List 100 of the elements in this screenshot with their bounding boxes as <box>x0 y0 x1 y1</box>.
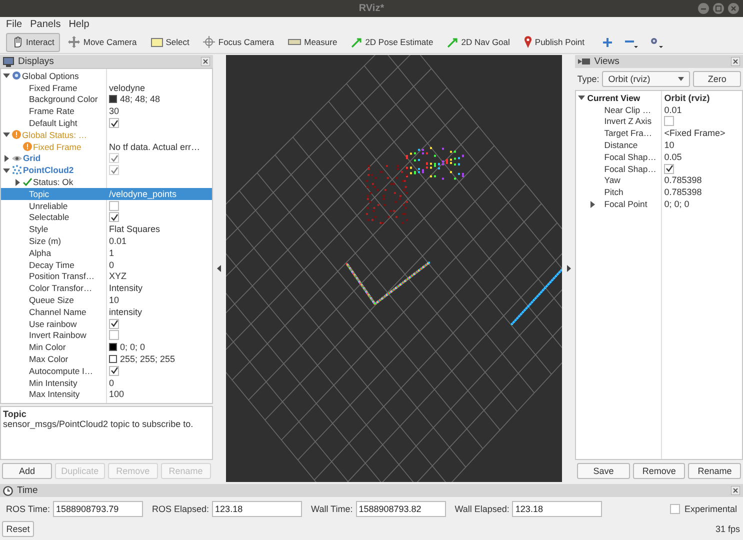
tree-row[interactable]: Queue Size 10 <box>1 294 212 306</box>
maximize-icon[interactable] <box>713 3 724 14</box>
color-swatch[interactable] <box>109 95 117 104</box>
checkbox[interactable] <box>109 165 119 176</box>
time-field[interactable]: 123.18 <box>512 501 602 517</box>
tree-row[interactable]: Invert Z Axis <box>576 116 742 128</box>
tree-row[interactable]: Max Intensity 100 <box>1 388 212 400</box>
tool-button[interactable]: Move Camera <box>62 32 143 52</box>
ruler-icon <box>288 39 302 45</box>
checkbox[interactable] <box>664 116 674 126</box>
tree-row[interactable]: Invert Rainbow <box>1 330 212 342</box>
tree-row[interactable]: Position Transf… XYZ <box>1 270 212 282</box>
checkbox[interactable] <box>109 330 119 340</box>
tree-row[interactable]: Autocompute I… <box>1 364 212 377</box>
property-name: Alpha <box>28 248 51 258</box>
expand-arrow-icon[interactable] <box>589 200 596 208</box>
field-label: Wall Elapsed: <box>454 504 510 514</box>
tree-row[interactable]: Current View Orbit (rviz) <box>576 92 742 104</box>
tree-row[interactable]: Fixed Frame No tf data. Actual err… <box>1 140 212 153</box>
property-value: <Fixed Frame> <box>664 128 726 138</box>
tree-row[interactable]: Distance 10 <box>576 139 742 151</box>
panel-button[interactable]: Rename <box>688 463 742 479</box>
tool-button[interactable]: Interact <box>6 32 60 52</box>
tree-row[interactable]: Focal Point 0; 0; 0 <box>576 198 742 210</box>
menu-item[interactable]: Help <box>68 18 90 30</box>
tree-row[interactable]: Unreliable <box>1 200 212 212</box>
dots-icon <box>12 165 22 176</box>
fps-counter: 31 fps <box>715 524 740 534</box>
tree-row[interactable]: Default Light <box>1 117 212 129</box>
tree-row[interactable]: PointCloud2 <box>1 164 212 176</box>
menu-item[interactable]: File <box>6 18 22 30</box>
tool-button[interactable]: Select <box>144 32 196 52</box>
tree-row[interactable]: Min Color 0; 0; 0 <box>1 341 212 354</box>
expand-arrow-icon[interactable] <box>3 154 10 162</box>
checkbox[interactable] <box>670 504 680 514</box>
tree-row[interactable]: Use rainbow <box>1 318 212 330</box>
checkbox[interactable] <box>109 212 119 222</box>
checkbox[interactable] <box>109 318 119 329</box>
menu-item[interactable]: Panels <box>30 18 61 30</box>
panel-button[interactable]: Remove <box>632 463 686 479</box>
tree-row[interactable]: Focal Shap… 0.05 <box>576 150 742 163</box>
property-value: 0 <box>109 378 114 388</box>
tree-row[interactable]: Yaw 0.785398 <box>576 174 742 186</box>
time-field[interactable]: 123.18 <box>212 501 302 517</box>
close-icon[interactable] <box>731 57 740 66</box>
expand-arrow-icon[interactable] <box>3 131 10 138</box>
tree-row[interactable]: Background Color 48; 48; 48 <box>1 94 212 106</box>
tree-row[interactable]: Target Fra… <Fixed Frame> <box>576 127 742 140</box>
time-field[interactable]: 1588908793.79 <box>53 501 144 517</box>
tree-row[interactable]: Near Clip … 0.01 <box>576 104 742 116</box>
close-icon[interactable] <box>200 57 210 66</box>
tree-row[interactable]: Max Color 255; 255; 255 <box>1 353 212 365</box>
time-field[interactable]: 1588908793.82 <box>356 501 446 517</box>
checkbox[interactable] <box>109 200 119 211</box>
reset-button[interactable]: Reset <box>2 521 34 537</box>
panel-title: Views <box>594 56 620 67</box>
checkbox[interactable] <box>664 164 674 174</box>
tree-row[interactable]: Selectable <box>1 212 212 224</box>
tool-button[interactable]: Publish Point <box>518 32 591 52</box>
plus-icon[interactable] <box>602 36 613 48</box>
tool-button[interactable]: Focus Camera <box>197 32 280 52</box>
expand-arrow-icon[interactable] <box>3 72 10 80</box>
tree-row[interactable]: Pitch 0.785398 <box>576 186 742 198</box>
tree-row[interactable]: Alpha 1 <box>1 246 212 259</box>
tool-button[interactable]: 2D Nav Goal <box>441 32 516 52</box>
color-swatch[interactable] <box>109 355 117 364</box>
tool-button[interactable]: Measure <box>282 32 344 52</box>
expand-arrow-icon[interactable] <box>3 166 10 174</box>
camera-dropdown-icon[interactable] <box>648 36 663 48</box>
zero-button[interactable]: Zero <box>693 71 742 87</box>
collapse-right-icon[interactable] <box>566 265 571 272</box>
tree-row[interactable]: Decay Time 0 <box>1 258 212 271</box>
checkbox[interactable] <box>109 366 119 376</box>
color-swatch[interactable] <box>109 343 117 352</box>
tree-row[interactable]: Color Transfor… Intensity <box>1 282 212 294</box>
panel-button[interactable]: Add <box>2 463 52 479</box>
tree-row[interactable]: Style Flat Squares <box>1 223 212 236</box>
tree-row[interactable]: Status: Ok <box>1 176 212 188</box>
property-value: Intensity <box>109 283 143 294</box>
collapse-left-icon[interactable] <box>217 265 222 272</box>
tree-row[interactable]: Fixed Frame velodyne <box>1 82 212 94</box>
tool-button[interactable]: 2D Pose Estimate <box>345 32 440 52</box>
property-name: Invert Rainbow <box>28 330 86 340</box>
close-icon[interactable] <box>728 3 739 14</box>
tree-row[interactable]: Frame Rate 30 <box>1 105 212 118</box>
tree-row[interactable]: Min Intensity 0 <box>1 376 212 389</box>
tree-row[interactable]: Grid <box>1 152 212 164</box>
arrow-icon <box>447 36 458 48</box>
tree-row[interactable]: Focal Shap… <box>576 162 742 175</box>
checkbox[interactable] <box>109 118 119 128</box>
field-label: Wall Time: <box>311 504 353 514</box>
panel-button[interactable]: Save <box>577 463 630 479</box>
close-icon[interactable] <box>731 486 740 495</box>
tree-row[interactable]: Channel Name intensity <box>1 306 212 318</box>
expand-arrow-icon[interactable] <box>578 94 586 102</box>
expand-arrow-icon[interactable] <box>14 178 21 186</box>
tree-row[interactable]: Global Options <box>1 70 212 82</box>
type-dropdown[interactable]: Orbit (rviz) <box>602 71 690 87</box>
minimize-icon[interactable] <box>698 3 709 14</box>
tree-row[interactable]: Size (m) 0.01 <box>1 235 212 247</box>
